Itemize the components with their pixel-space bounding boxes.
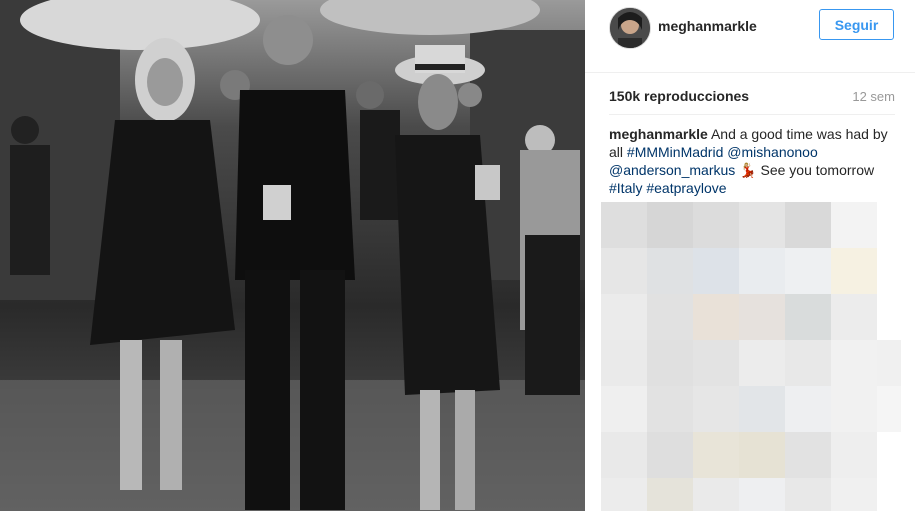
caption-username[interactable]: meghanmarkle <box>609 126 708 142</box>
blurred-comments-area <box>601 202 901 511</box>
hashtag-link[interactable]: #MMMinMadrid <box>627 144 723 160</box>
username[interactable]: meghanmarkle <box>658 18 757 34</box>
post-header: meghanmarkle Seguir <box>585 0 915 73</box>
post-time[interactable]: 12 sem <box>852 89 895 104</box>
view-count: 150k reproducciones <box>609 88 750 104</box>
hashtag-link[interactable]: #eatpraylove <box>646 180 726 196</box>
caption: meghanmarkle And a good time was had by … <box>609 125 905 197</box>
caption-text: 💃🏼 See you tomorrow <box>735 162 875 178</box>
profile-photo-icon <box>610 8 650 48</box>
post-media[interactable] <box>0 0 585 511</box>
mention-link[interactable]: @anderson_markus <box>609 162 735 178</box>
avatar[interactable] <box>609 7 651 49</box>
media-photo <box>0 0 585 511</box>
follow-button[interactable]: Seguir <box>819 9 894 40</box>
hashtag-link[interactable]: #Italy <box>609 180 642 196</box>
divider <box>609 114 895 115</box>
post-sidebar: meghanmarkle Seguir 150k reproducciones … <box>585 0 915 511</box>
mention-link[interactable]: @mishanonoo <box>727 144 818 160</box>
